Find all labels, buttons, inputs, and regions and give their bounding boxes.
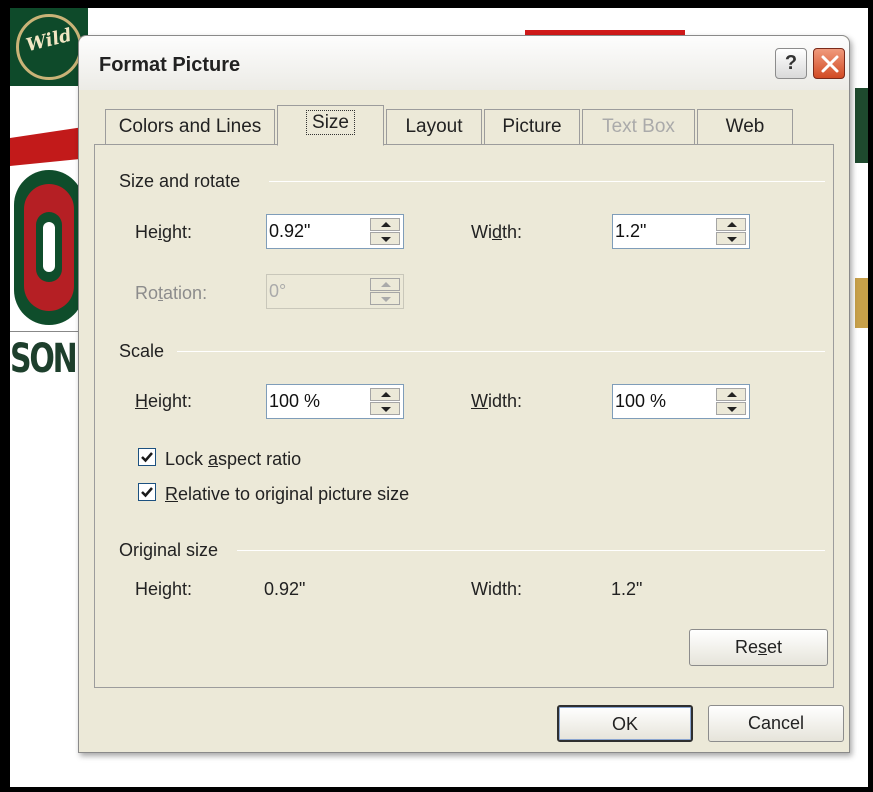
scale-width-spinner[interactable] [612, 384, 750, 419]
tab-layout[interactable]: Layout [386, 109, 482, 145]
scale-width-spin-up[interactable] [716, 388, 746, 401]
height-spin-down[interactable] [370, 232, 400, 245]
height-spin-up[interactable] [370, 218, 400, 231]
scale-group-label: Scale [119, 341, 165, 361]
original-width-label: Width: [471, 579, 523, 599]
width-spinner[interactable] [612, 214, 750, 249]
group-divider [237, 550, 825, 551]
close-button[interactable] [813, 48, 845, 79]
cancel-button[interactable]: Cancel [708, 705, 844, 742]
dialog-titlebar[interactable]: Format Picture ? [79, 36, 849, 90]
group-divider [269, 181, 825, 182]
rotation-spinner [266, 274, 404, 309]
scale-height-input[interactable] [269, 388, 364, 415]
ok-button[interactable]: OK [557, 705, 693, 742]
relative-size-checkbox[interactable] [138, 483, 156, 501]
checkmark-icon [141, 487, 153, 498]
lock-aspect-checkbox[interactable] [138, 448, 156, 466]
rotation-input [269, 278, 364, 305]
original-height-label: Height: [135, 579, 193, 599]
original-height-value: 0.92" [264, 579, 306, 599]
scale-height-spinner[interactable] [266, 384, 404, 419]
format-picture-dialog: Format Picture ? Colors and Lines Size L… [78, 35, 850, 753]
width-label: Width: [471, 222, 523, 242]
group-divider [177, 351, 825, 352]
rotation-spin-down [370, 292, 400, 305]
width-input[interactable] [615, 218, 710, 245]
team-logo-image: Wild [10, 8, 88, 86]
scale-width-input[interactable] [615, 388, 710, 415]
width-spin-up[interactable] [716, 218, 746, 231]
tab-colors-and-lines[interactable]: Colors and Lines [105, 109, 275, 145]
size-rotate-group-label: Size and rotate [119, 171, 241, 191]
tab-picture[interactable]: Picture [484, 109, 580, 145]
scale-width-label: Width: [471, 391, 523, 411]
reset-button[interactable]: Reset [689, 629, 828, 666]
lock-aspect-label[interactable]: Lock aspect ratio [165, 449, 301, 470]
scale-height-spin-down[interactable] [370, 402, 400, 415]
tab-size[interactable]: Size [277, 105, 384, 146]
size-tab-panel: Size and rotate Height: Width: Rotation: [94, 144, 834, 688]
height-label: Height: [135, 222, 193, 242]
scale-height-spin-up[interactable] [370, 388, 400, 401]
height-spinner[interactable] [266, 214, 404, 249]
original-size-group-label: Original size [119, 540, 219, 560]
close-icon [821, 55, 839, 73]
tab-text-box: Text Box [582, 109, 695, 145]
relative-size-label[interactable]: Relative to original picture size [165, 484, 409, 505]
original-width-value: 1.2" [611, 579, 643, 599]
scale-height-label: Height: [135, 391, 193, 411]
checkmark-icon [141, 452, 153, 463]
help-button[interactable]: ? [775, 48, 807, 79]
height-input[interactable] [269, 218, 364, 245]
rotation-label: Rotation: [135, 283, 208, 303]
tan-graphic-fragment [855, 278, 868, 328]
tab-web[interactable]: Web [697, 109, 793, 145]
dialog-title: Format Picture [99, 54, 241, 76]
scale-width-spin-down[interactable] [716, 402, 746, 415]
green-graphic-fragment [855, 88, 868, 163]
width-spin-down[interactable] [716, 232, 746, 245]
partial-text-fragment: SON [10, 336, 78, 382]
rotation-spin-up [370, 278, 400, 291]
